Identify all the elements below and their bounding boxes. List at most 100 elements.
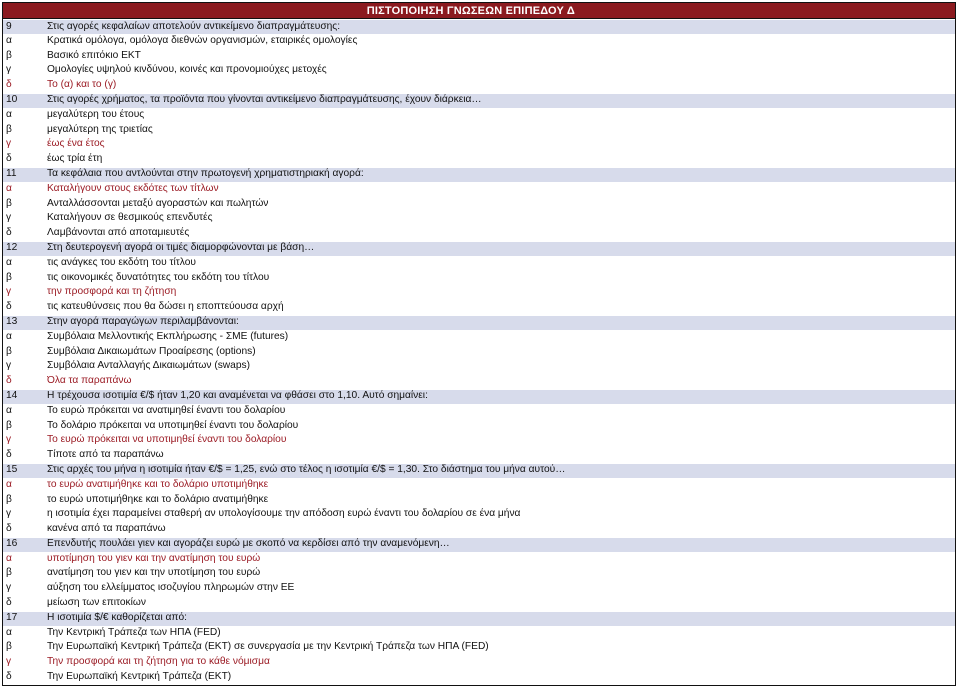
option-text: το ευρώ υποτιμήθηκε και το δολάριο ανατι… — [47, 493, 269, 505]
answer-option: β Συμβόλαια Δικαιωμάτων Προαίρεσης (optio… — [3, 345, 955, 360]
question-number: 17 — [6, 612, 18, 624]
answer-option: δ μείωση των επιτοκίων — [3, 596, 955, 611]
option-letter: δ — [6, 301, 12, 313]
option-text: Την προσφορά και τη ζήτηση για το κάθε ν… — [47, 656, 270, 668]
option-text: Καταλήγουν στους εκδότες των τίτλων — [47, 182, 219, 194]
answer-option-correct: γ Την προσφορά και τη ζήτηση για το κάθε … — [3, 655, 955, 670]
answer-option: β τις οικονομικές δυνατότητες του εκδότη … — [3, 271, 955, 286]
option-letter: γ — [6, 434, 12, 446]
option-letter: δ — [6, 79, 12, 91]
answer-option: α Κρατικά ομόλογα, ομόλογα διεθνών οργανι… — [3, 34, 955, 49]
answer-option: β Το δολάριο πρόκειται να υποτιμηθεί έναν… — [3, 419, 955, 434]
answer-option: α μεγαλύτερη του έτους — [3, 108, 955, 123]
option-text: μείωση των επιτοκίων — [47, 597, 146, 609]
option-letter: α — [6, 330, 12, 342]
question-row: 13 Στην αγορά παραγώγων περιλαμβάνονται: — [3, 314, 955, 330]
option-text: Τίποτε από τα παραπάνω — [47, 449, 164, 461]
question-row: 15 Στις αρχές του μήνα η ισοτιμία ήταν €/… — [3, 462, 955, 478]
option-letter: γ — [6, 582, 12, 594]
option-text: έως ένα έτος — [47, 138, 105, 150]
option-text: υποτίμηση του γιεν και την ανατίμηση του… — [47, 552, 261, 564]
option-letter: β — [6, 493, 12, 505]
option-letter: δ — [6, 153, 12, 165]
option-text: Όλα τα παραπάνω — [47, 375, 132, 387]
option-text: Ομολογίες υψηλού κινδύνου, κοινές και πρ… — [47, 64, 327, 76]
answer-option-correct: α υποτίμηση του γιεν και την ανατίμηση το… — [3, 552, 955, 567]
option-letter: β — [6, 567, 12, 579]
question-text: Στη δευτερογενή αγορά οι τιμές διαμορφών… — [47, 242, 315, 254]
answer-option: γ Ομολογίες υψηλού κινδύνου, κοινές και π… — [3, 63, 955, 78]
answer-option: γ η ισοτιμία έχει παραμείνει σταθερή αν υ… — [3, 507, 955, 522]
answer-option: δ Τίποτε από τα παραπάνω — [3, 448, 955, 463]
option-text: Το ευρώ πρόκειται να ανατιμηθεί έναντι τ… — [47, 404, 286, 416]
answer-option-correct: α το ευρώ ανατιμήθηκε και το δολάριο υποτ… — [3, 478, 955, 493]
answer-option: α Το ευρώ πρόκειται να ανατιμηθεί έναντι … — [3, 404, 955, 419]
answer-option: β μεγαλύτερη της τριετίας — [3, 123, 955, 138]
option-text: Την Ευρωπαϊκή Κεντρική Τράπεζα (ΕΚΤ) — [47, 671, 232, 683]
option-letter: α — [6, 34, 12, 46]
option-text: μεγαλύτερη της τριετίας — [47, 123, 153, 135]
question-row: 17 Η ισοτιμία $/€ καθορίζεται από: — [3, 610, 955, 626]
option-letter: β — [6, 197, 12, 209]
option-text: Συμβόλαια Δικαιωμάτων Προαίρεσης (option… — [47, 345, 256, 357]
option-letter: γ — [6, 360, 12, 372]
option-letter: α — [6, 182, 12, 194]
question-number: 9 — [6, 20, 12, 32]
option-text: Το δολάριο πρόκειται να υποτιμηθεί έναντ… — [47, 419, 299, 431]
option-letter: γ — [6, 212, 12, 224]
option-letter: β — [6, 345, 12, 357]
sheet-header-title: ΠΙΣΤΟΠΟΙΗΣΗ ΓΝΩΣΕΩΝ ΕΠΙΠΕΔΟΥ Δ — [3, 3, 955, 19]
option-text: η ισοτιμία έχει παραμείνει σταθερή αν υπ… — [47, 508, 521, 520]
option-text: Συμβόλαια Μελλοντικής Εκπλήρωσης - ΣΜΕ (… — [47, 330, 289, 342]
option-letter: α — [6, 626, 12, 638]
question-text: Στην αγορά παραγώγων περιλαμβάνονται: — [47, 316, 239, 328]
option-letter: γ — [6, 656, 12, 668]
answer-option-correct: γ την προσφορά και τη ζήτηση — [3, 285, 955, 300]
answer-option: β το ευρώ υποτιμήθηκε και το δολάριο ανατ… — [3, 493, 955, 508]
option-letter: β — [6, 271, 12, 283]
question-row: 9 Στις αγορές κεφαλαίων αποτελούν αντικεί… — [3, 19, 955, 34]
answer-option: β Ανταλλάσσονται μεταξύ αγοραστών και πωλ… — [3, 197, 955, 212]
question-text: Η ισοτιμία $/€ καθορίζεται από: — [47, 612, 187, 624]
answer-option: γ Καταλήγουν σε θεσμικούς επενδυτές — [3, 211, 955, 226]
question-row: 11 Τα κεφάλαια που αντλούνται στην πρωτογ… — [3, 166, 955, 182]
question-text: Στις αρχές του μήνα η ισοτιμία ήταν €/$ … — [47, 464, 566, 476]
question-number: 11 — [6, 168, 17, 180]
answer-option: α Συμβόλαια Μελλοντικής Εκπλήρωσης - ΣΜΕ … — [3, 330, 955, 345]
question-text: Στις αγορές χρήματος, τα προϊόντα που γί… — [47, 94, 482, 106]
answer-option: δ έως τρία έτη — [3, 152, 955, 167]
option-text: Κρατικά ομόλογα, ομόλογα διεθνών οργανισ… — [47, 34, 358, 46]
answer-option: δ κανένα από τα παραπάνω — [3, 522, 955, 537]
option-text: Συμβόλαια Ανταλλαγής Δικαιωμάτων (swaps) — [47, 360, 250, 372]
question-row: 16 Επενδυτής πουλάει γιεν και αγοράζει ευ… — [3, 536, 955, 552]
option-letter: δ — [6, 597, 12, 609]
question-text: Στις αγορές κεφαλαίων αποτελούν αντικείμ… — [47, 20, 341, 32]
option-text: αύξηση του ελλείμματος ισοζυγίου πληρωμώ… — [47, 582, 295, 594]
option-text: τις ανάγκες του εκδότη του τίτλου — [47, 256, 196, 268]
answer-option: α Την Κεντρική Τράπεζα των ΗΠΑ (FED) — [3, 626, 955, 641]
answer-option-correct: δ Όλα τα παραπάνω — [3, 374, 955, 389]
question-list: 9 Στις αγορές κεφαλαίων αποτελούν αντικεί… — [3, 19, 955, 685]
question-row: 10 Στις αγορές χρήματος, τα προϊόντα που … — [3, 92, 955, 108]
option-letter: γ — [6, 64, 12, 76]
answer-option: β Την Ευρωπαϊκή Κεντρική Τράπεζα (ΕΚΤ) σε… — [3, 640, 955, 655]
question-text: Η τρέχουσα ισοτιμία €/$ ήταν 1,20 και αν… — [47, 390, 428, 402]
question-text: Επενδυτής πουλάει γιεν και αγοράζει ευρώ… — [47, 538, 450, 550]
option-letter: α — [6, 256, 12, 268]
answer-option: γ αύξηση του ελλείμματος ισοζυγίου πληρωμ… — [3, 581, 955, 596]
option-text: Το (α) και το (γ) — [47, 79, 117, 91]
option-text: κανένα από τα παραπάνω — [47, 523, 166, 535]
option-letter: γ — [6, 508, 12, 520]
option-text: Την Κεντρική Τράπεζα των ΗΠΑ (FED) — [47, 626, 221, 638]
option-text: έως τρία έτη — [47, 153, 103, 165]
option-letter: δ — [6, 449, 12, 461]
option-letter: δ — [6, 227, 12, 239]
question-number: 10 — [6, 94, 18, 106]
option-text: Την Ευρωπαϊκή Κεντρική Τράπεζα (ΕΚΤ) σε … — [47, 641, 489, 653]
option-letter: γ — [6, 286, 12, 298]
option-letter: α — [6, 108, 12, 120]
option-text: Το ευρώ πρόκειται να υποτιμηθεί έναντι τ… — [47, 434, 287, 446]
option-letter: γ — [6, 138, 12, 150]
question-sheet: ΠΙΣΤΟΠΟΙΗΣΗ ΓΝΩΣΕΩΝ ΕΠΙΠΕΔΟΥ Δ 9 Στις αγο… — [2, 2, 956, 686]
option-letter: δ — [6, 671, 12, 683]
